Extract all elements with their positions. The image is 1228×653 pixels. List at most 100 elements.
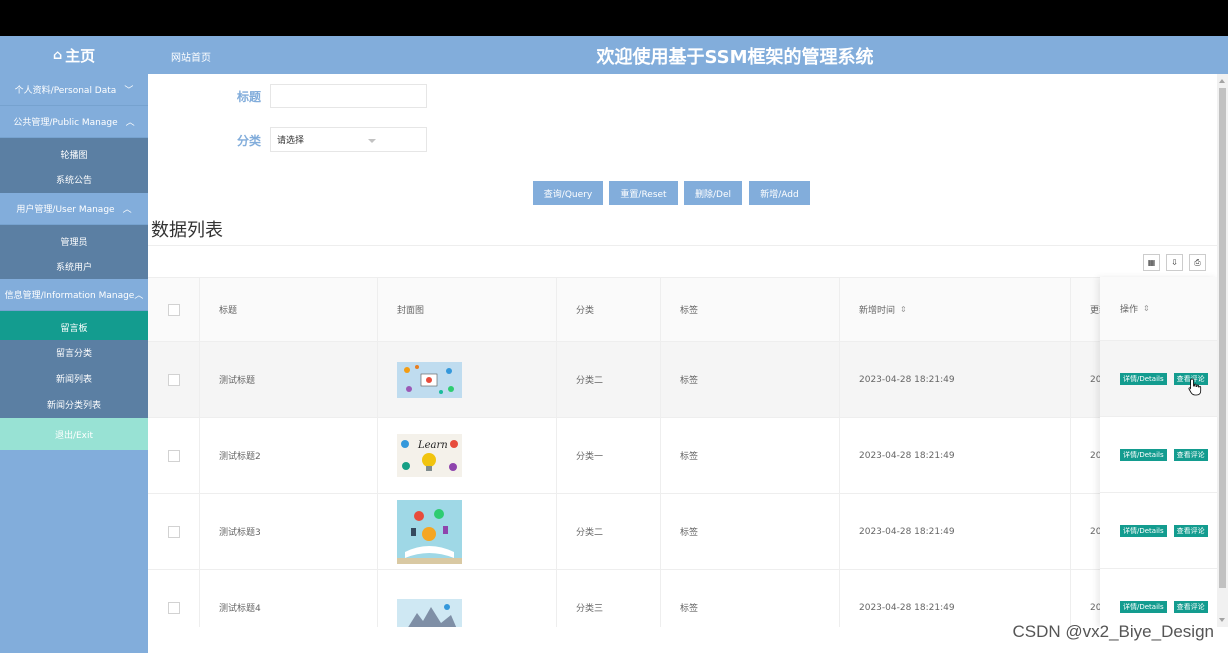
operations-cell: 详情/Details 查看评论	[1100, 417, 1218, 493]
row-checkbox[interactable]	[167, 601, 180, 614]
sidebar-item-public-manage[interactable]: 公共管理/Public Manage ︿	[0, 106, 148, 138]
column-header-category: 分类	[557, 278, 661, 341]
sidebar-item-personal[interactable]: 个人资料/Personal Data ﹀	[0, 74, 148, 106]
chevron-down-icon: ﹀	[124, 86, 134, 96]
table-row: 测试标题 分类二 标签 2023-04-28 18:21:49 20	[148, 342, 1218, 418]
sort-icon[interactable]: ⇕	[1143, 304, 1150, 313]
row-checkbox[interactable]	[167, 449, 180, 462]
print-icon[interactable]: ⎙	[1189, 254, 1206, 271]
exit-button[interactable]: 退出/Exit	[0, 418, 148, 450]
sidebar-subitem-news-list[interactable]: 新闻列表	[0, 365, 148, 391]
header: ⌂ 主页 网站首页 欢迎使用基于SSM框架的管理系统	[0, 36, 1228, 74]
vertical-scrollbar[interactable]	[1217, 74, 1228, 627]
details-button[interactable]: 详情/Details	[1120, 372, 1167, 385]
details-button[interactable]: 详情/Details	[1120, 448, 1167, 461]
cell-category: 分类三	[557, 570, 661, 627]
cell-cover	[378, 494, 557, 569]
scroll-up-icon[interactable]	[1219, 79, 1225, 83]
table-row: 测试标题4 分类三 标签 2023-04-28 18:21:49 20	[148, 570, 1218, 627]
row-checkbox-cell	[148, 342, 200, 417]
scrollbar-thumb[interactable]	[1219, 88, 1226, 588]
details-button[interactable]: 详情/Details	[1120, 524, 1167, 537]
view-comments-button[interactable]: 查看评论	[1173, 524, 1208, 537]
reset-button[interactable]: 重置/Reset	[609, 181, 678, 205]
operations-column: 操作 ⇕ 详情/Details 查看评论 详情/Details 查看评论 详情/…	[1100, 277, 1218, 627]
cell-tag: 标签	[661, 570, 840, 627]
add-button[interactable]: 新增/Add	[749, 181, 810, 205]
sidebar-subitem-news-category[interactable]: 新闻分类列表	[0, 391, 148, 418]
column-header-operations-label: 操作	[1120, 305, 1139, 315]
app-title: 欢迎使用基于SSM框架的管理系统	[596, 47, 874, 68]
sidebar-subitem-carousel[interactable]: 轮播图	[0, 138, 148, 167]
sidebar-item-label: 信息管理/Information Manage	[4, 291, 135, 301]
row-checkbox[interactable]	[167, 373, 180, 386]
title-label: 标题	[237, 90, 262, 104]
home-label: 主页	[65, 46, 96, 65]
table-header-row: 标题 封面图 分类 标签 新增时间 ⇕ 更新时间	[148, 278, 1218, 342]
chevron-up-icon: ︿	[122, 204, 132, 215]
cell-category: 分类一	[557, 418, 661, 493]
cell-cover: Learn	[378, 418, 557, 493]
category-select[interactable]: 请选择	[270, 127, 427, 152]
cover-image	[397, 598, 462, 627]
view-comments-button[interactable]: 查看评论	[1173, 448, 1208, 461]
column-header-tag: 标签	[661, 278, 840, 341]
column-header-created[interactable]: 新增时间 ⇕	[840, 278, 1071, 341]
cell-created: 2023-04-28 18:21:49	[840, 342, 1071, 417]
sidebar-item-info-manage[interactable]: 信息管理/Information Manage ︿	[0, 279, 148, 311]
data-table: 标题 封面图 分类 标签 新增时间 ⇕ 更新时间 测试标题	[148, 277, 1218, 627]
column-header-created-label: 新增时间	[859, 306, 896, 316]
table-row: 测试标题3 分类二 标签 2023-04-28 18:21:49 20	[148, 494, 1218, 570]
cell-tag: 标签	[661, 494, 840, 569]
sidebar-item-label: 公共管理/Public Manage	[13, 118, 118, 128]
columns-filter-icon[interactable]: ▦	[1143, 254, 1160, 271]
sidebar-subitem-users[interactable]: 系统用户	[0, 253, 148, 279]
sidebar-subitem-message-category[interactable]: 留言分类	[0, 340, 148, 366]
cell-created: 2023-04-28 18:21:49	[840, 570, 1071, 627]
scroll-down-icon[interactable]	[1219, 618, 1225, 622]
operations-cell: 详情/Details 查看评论	[1100, 569, 1218, 627]
home-icon: ⌂	[52, 47, 63, 63]
sidebar-subitem-admin[interactable]: 管理员	[0, 224, 148, 254]
sidebar-item-user-manage[interactable]: 用户管理/User Manage ︿	[0, 193, 148, 225]
row-checkbox[interactable]	[167, 525, 180, 538]
cell-created: 2023-04-28 18:21:49	[840, 494, 1071, 569]
column-header-cover: 封面图	[378, 278, 557, 341]
table-toolbar: ▦ ⇩ ⎙	[148, 245, 1218, 277]
home-link[interactable]: ⌂ 主页	[0, 36, 148, 74]
row-checkbox-cell	[148, 570, 200, 627]
title-input[interactable]	[270, 84, 427, 108]
sidebar-subitem-message-board[interactable]: 留言板	[0, 311, 148, 340]
column-header-operations[interactable]: 操作 ⇕	[1100, 277, 1218, 341]
row-checkbox-cell	[148, 418, 200, 493]
main-content: 标题 分类 请选择 查询/Query 重置/Reset 删除/Del 新增/Ad…	[148, 74, 1228, 627]
export-icon[interactable]: ⇩	[1166, 254, 1183, 271]
view-comments-button[interactable]: 查看评论	[1173, 600, 1208, 613]
sidebar-item-label: 用户管理/User Manage	[16, 204, 115, 215]
hand-cursor-icon	[1188, 378, 1202, 396]
cover-image: Learn	[397, 434, 462, 477]
select-all-checkbox[interactable]	[167, 303, 180, 316]
top-black-bar	[0, 0, 1228, 36]
site-home-link[interactable]: 网站首页	[171, 49, 211, 64]
details-button[interactable]: 详情/Details	[1120, 600, 1167, 613]
cell-title: 测试标题2	[200, 418, 378, 493]
cover-image	[397, 499, 462, 564]
sidebar: 个人资料/Personal Data ﹀ 公共管理/Public Manage …	[0, 74, 148, 653]
sidebar-subitem-announcement[interactable]: 系统公告	[0, 167, 148, 193]
header-checkbox-cell	[148, 278, 200, 341]
cell-tag: 标签	[661, 342, 840, 417]
cell-cover	[378, 342, 557, 417]
cover-image	[397, 361, 462, 398]
category-label: 分类	[237, 134, 262, 148]
row-checkbox-cell	[148, 494, 200, 569]
category-select-value: 请选择	[277, 136, 305, 146]
delete-button[interactable]: 删除/Del	[684, 181, 742, 205]
query-button[interactable]: 查询/Query	[533, 181, 603, 205]
sort-icon[interactable]: ⇕	[900, 305, 907, 314]
chevron-up-icon: ︿	[134, 291, 144, 301]
column-header-title: 标题	[200, 278, 378, 341]
cell-tag: 标签	[661, 418, 840, 493]
table-row: 测试标题2 Learn 分类一 标签 2023-04-28 18:21:49 2…	[148, 418, 1218, 494]
cell-created: 2023-04-28 18:21:49	[840, 418, 1071, 493]
